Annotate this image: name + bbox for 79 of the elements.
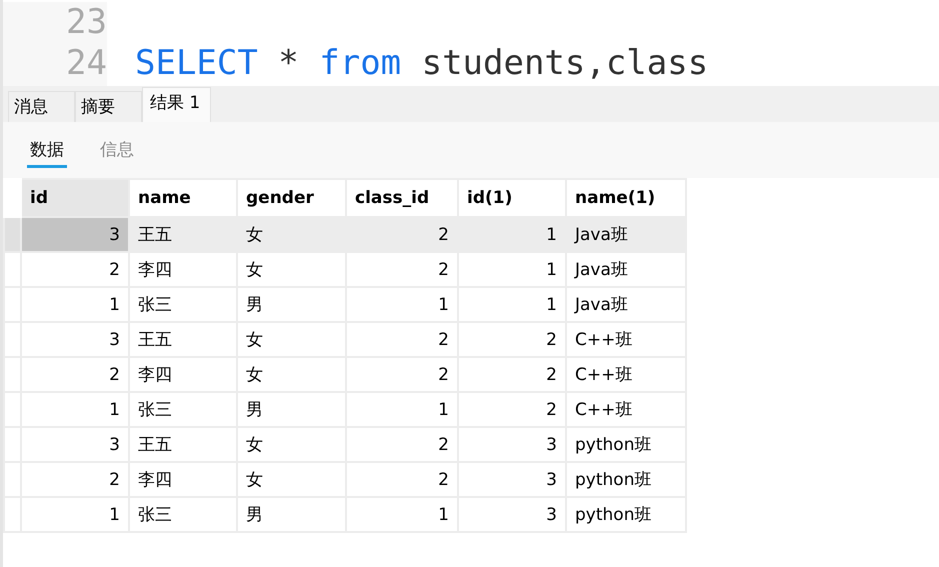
table-cell: python班 <box>566 462 686 497</box>
column-header[interactable]: id(1) <box>458 179 566 217</box>
table-cell: Java班 <box>566 217 686 252</box>
code-text: * <box>277 43 300 83</box>
table-cell: 2 <box>346 217 458 252</box>
table-cell: 1 <box>458 287 566 322</box>
table-cell: 女 <box>237 357 346 392</box>
row-header[interactable] <box>4 392 21 427</box>
row-header[interactable] <box>4 357 21 392</box>
row-header[interactable] <box>4 322 21 357</box>
column-header[interactable]: name(1) <box>566 179 686 217</box>
table-cell: C++班 <box>566 392 686 427</box>
table-cell: 女 <box>237 322 346 357</box>
table-cell: 李四 <box>129 252 237 287</box>
table-cell: 1 <box>21 392 129 427</box>
table-cell: 张三 <box>129 497 237 532</box>
result-tab[interactable]: 结果 1 <box>142 87 212 122</box>
table-cell: 男 <box>237 497 346 532</box>
table-cell: 2 <box>346 322 458 357</box>
table-cell: 1 <box>458 217 566 252</box>
row-header[interactable] <box>4 497 21 532</box>
table-cell: 2 <box>21 252 129 287</box>
table-cell: 2 <box>458 322 566 357</box>
column-header[interactable]: name <box>129 179 237 217</box>
result-tab[interactable]: 摘要 <box>75 91 142 122</box>
sql-keyword: from <box>319 43 402 83</box>
table-cell: 1 <box>21 287 129 322</box>
table-cell: 2 <box>346 252 458 287</box>
table-cell: Java班 <box>566 287 686 322</box>
table-cell: 女 <box>237 462 346 497</box>
table-cell: 张三 <box>129 392 237 427</box>
row-header[interactable] <box>4 462 21 497</box>
table-cell: 男 <box>237 392 346 427</box>
table-cell: 李四 <box>129 357 237 392</box>
table-cell: Java班 <box>566 252 686 287</box>
table-cell: 3 <box>458 497 566 532</box>
line-number: 23 <box>65 2 107 43</box>
table-cell: 2 <box>346 357 458 392</box>
table-cell: 3 <box>21 322 129 357</box>
table-cell: 男 <box>237 287 346 322</box>
table-cell: 1 <box>346 392 458 427</box>
row-header[interactable] <box>4 252 21 287</box>
table-cell: 1 <box>21 497 129 532</box>
table-cell: 1 <box>346 287 458 322</box>
result-tab[interactable]: 消息 <box>8 91 75 122</box>
table-cell: 2 <box>458 392 566 427</box>
table-cell: python班 <box>566 427 686 462</box>
table-cell: 1 <box>346 497 458 532</box>
table-cell: C++班 <box>566 322 686 357</box>
table-cell: 女 <box>237 252 346 287</box>
table-cell: 张三 <box>129 287 237 322</box>
table-cell: 女 <box>237 217 346 252</box>
table-cell: 2 <box>346 427 458 462</box>
table-cell: 王五 <box>129 322 237 357</box>
table-cell: 3 <box>458 427 566 462</box>
table-cell: 2 <box>21 357 129 392</box>
table-cell: 3 <box>458 462 566 497</box>
table-cell: 3 <box>21 217 129 252</box>
column-header[interactable]: class_id <box>346 179 458 217</box>
table-cell: python班 <box>566 497 686 532</box>
table-cell: C++班 <box>566 357 686 392</box>
table-cell: 李四 <box>129 462 237 497</box>
view-tab[interactable]: 数据 <box>27 132 67 168</box>
line-number: 24 <box>65 43 107 84</box>
table-cell: 2 <box>458 357 566 392</box>
column-header[interactable]: id <box>21 179 129 217</box>
table-cell: 2 <box>21 462 129 497</box>
table-cell: 2 <box>346 462 458 497</box>
table-cell: 3 <box>21 427 129 462</box>
row-header[interactable] <box>4 427 21 462</box>
table-cell: 王五 <box>129 427 237 462</box>
table-cell: 女 <box>237 427 346 462</box>
table-cell: 王五 <box>129 217 237 252</box>
row-header[interactable] <box>4 217 21 252</box>
row-header[interactable] <box>4 287 21 322</box>
sql-keyword: SELECT <box>135 43 258 83</box>
table-cell: 1 <box>458 252 566 287</box>
code-text: students,class <box>420 43 708 83</box>
column-header[interactable]: gender <box>237 179 346 217</box>
